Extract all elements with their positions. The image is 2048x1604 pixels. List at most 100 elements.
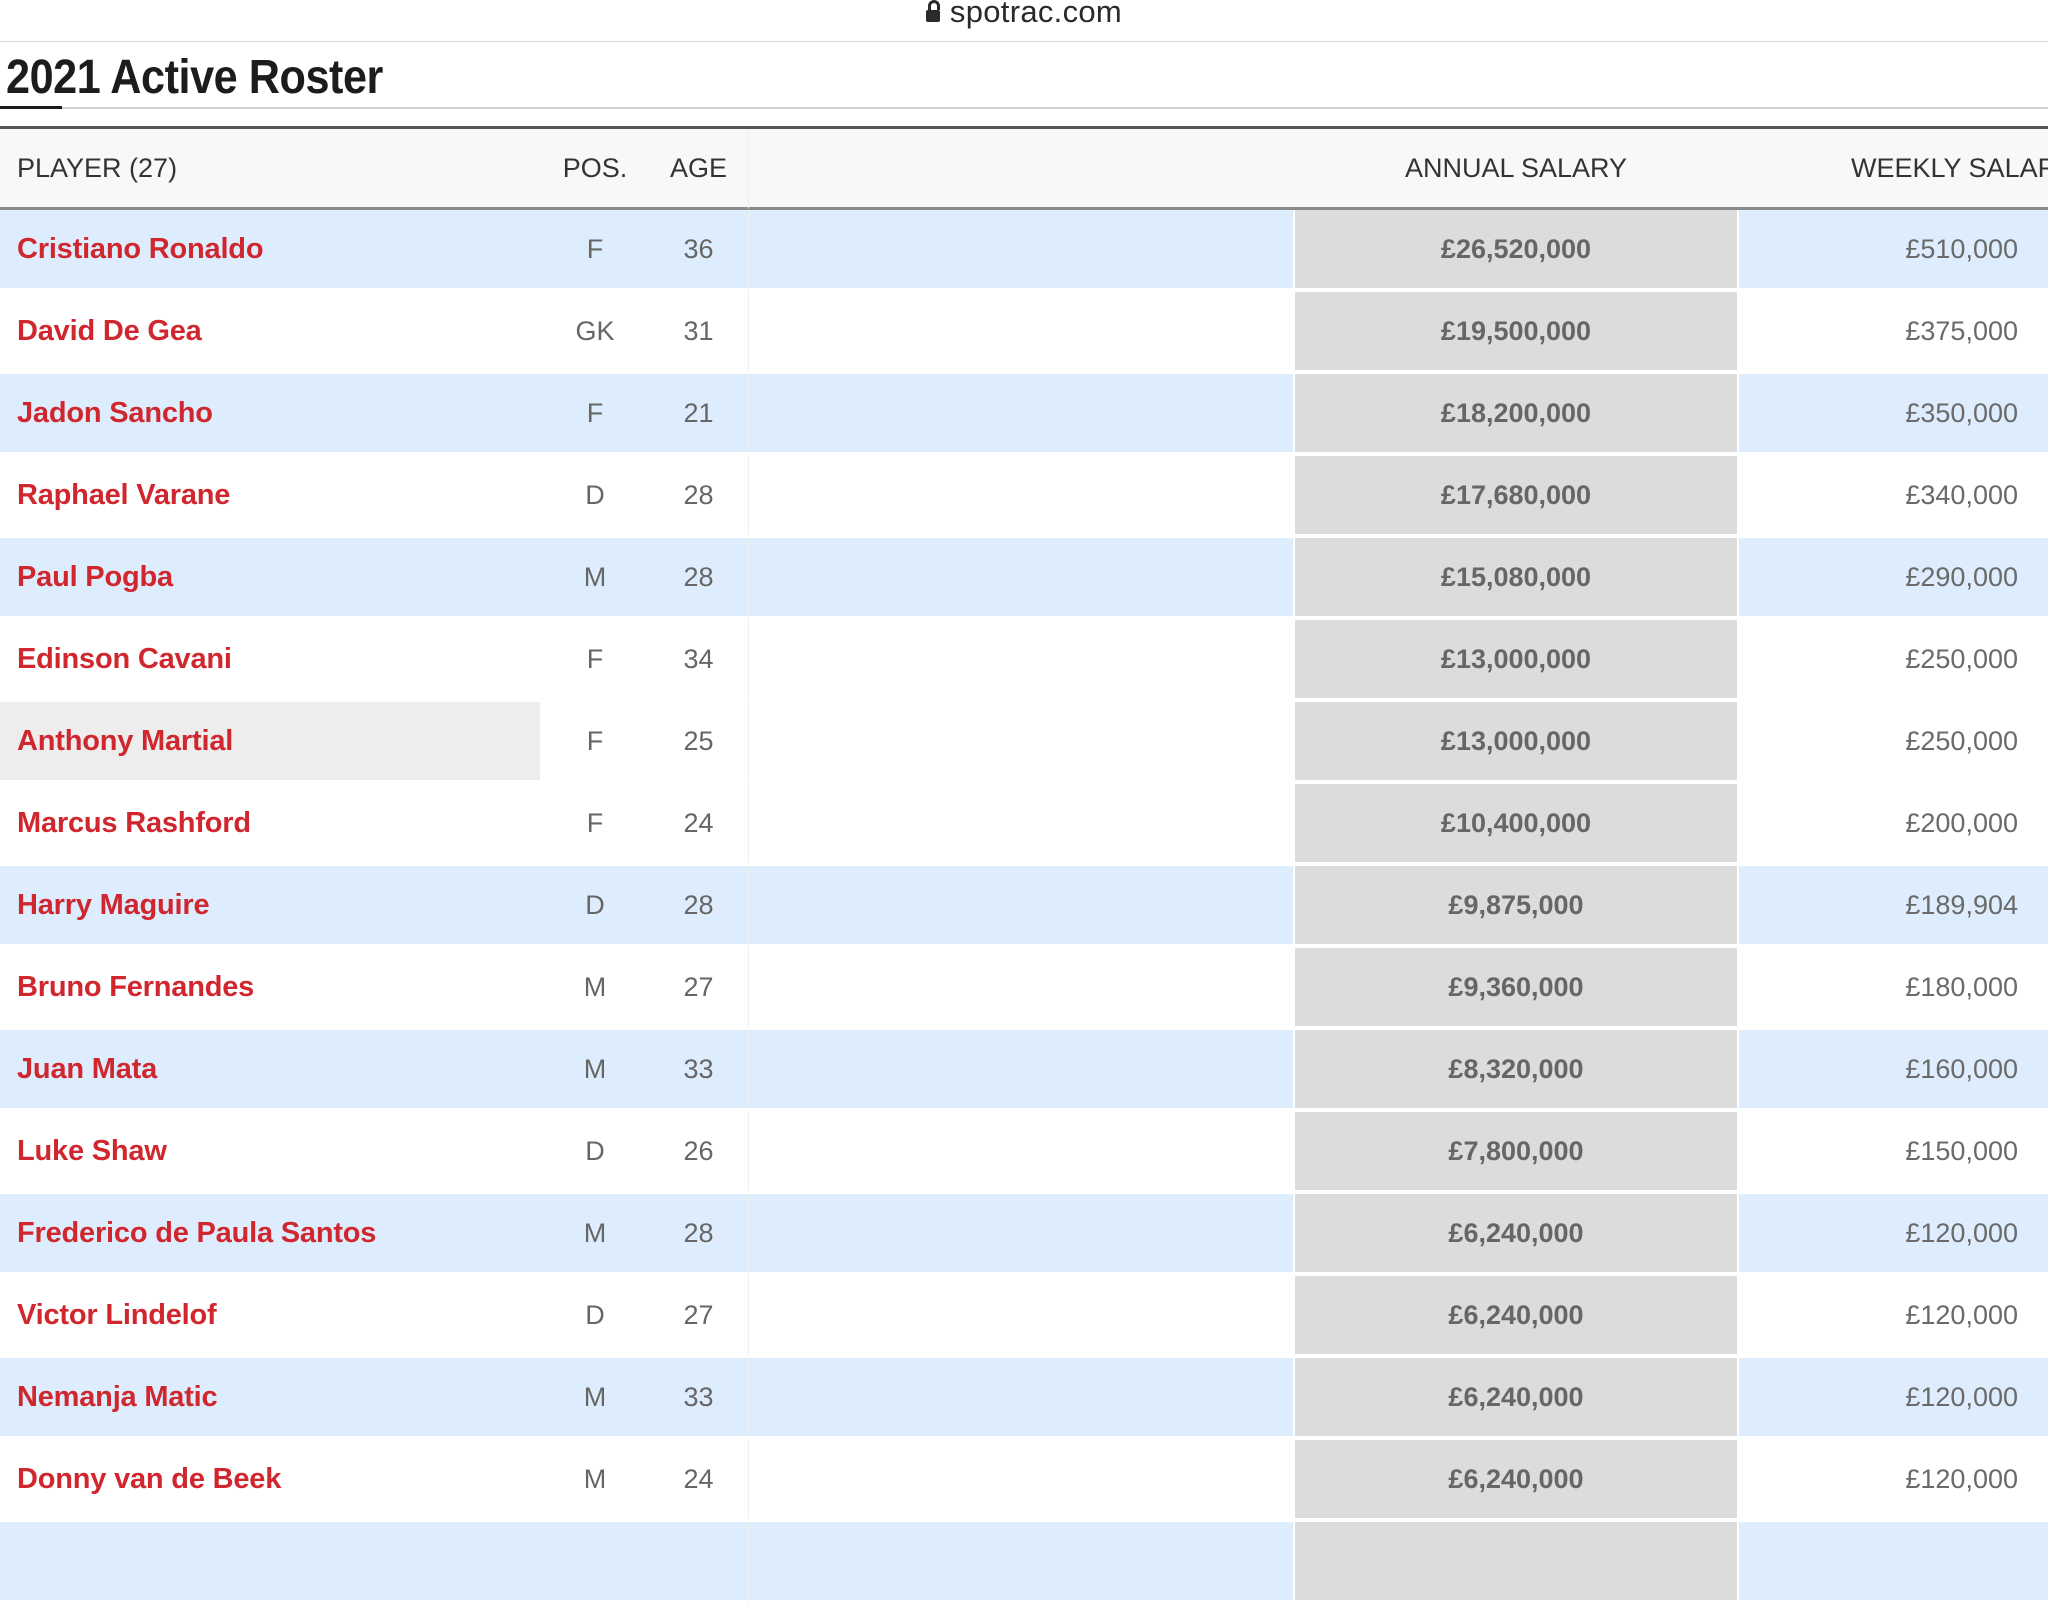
position-cell: F: [541, 784, 649, 866]
table-row: Donny van de Beek M 24 £6,240,000 £120,000: [0, 1440, 2048, 1522]
weekly-salary-cell: £120,000: [1739, 1358, 2048, 1440]
weekly-salary-cell: £340,000: [1739, 456, 2048, 538]
table-row: Anthony Martial F 25 £13,000,000 £250,000: [0, 702, 2048, 784]
player-cell: Juan Mata: [0, 1030, 541, 1112]
annual-salary-cell: £13,000,000: [1293, 702, 1739, 784]
address-bar[interactable]: spotrac.com: [0, 0, 2048, 42]
spacer-cell: [749, 784, 1293, 866]
table-row: Marcus Rashford F 24 £10,400,000 £200,000: [0, 784, 2048, 866]
annual-salary-cell: £9,360,000: [1293, 948, 1739, 1030]
age-cell: 26: [649, 1112, 749, 1194]
player-cell: Luke Shaw: [0, 1112, 541, 1194]
age-cell: 24: [649, 784, 749, 866]
player-link[interactable]: Anthony Martial: [17, 725, 233, 757]
annual-salary-cell: £26,520,000: [1293, 210, 1739, 292]
player-link[interactable]: Paul Pogba: [17, 561, 173, 593]
column-header-annual-salary[interactable]: ANNUAL SALARY: [1293, 129, 1739, 210]
age-cell: 28: [649, 456, 749, 538]
annual-salary-cell: £6,240,000: [1293, 1358, 1739, 1440]
annual-salary-cell: £13,000,000: [1293, 620, 1739, 702]
weekly-salary-cell: £250,000: [1739, 620, 2048, 702]
player-link[interactable]: Victor Lindelof: [17, 1299, 217, 1331]
title-divider: [0, 107, 2048, 109]
position-cell: F: [541, 374, 649, 456]
annual-salary-cell: £9,875,000: [1293, 866, 1739, 948]
player-cell: Bruno Fernandes: [0, 948, 541, 1030]
age-cell: 28: [649, 1194, 749, 1276]
column-header-player[interactable]: PLAYER (27): [0, 129, 541, 210]
weekly-salary-cell: £160,000: [1739, 1030, 2048, 1112]
annual-salary-cell: £18,200,000: [1293, 374, 1739, 456]
table-row: Juan Mata M 33 £8,320,000 £160,000: [0, 1030, 2048, 1112]
weekly-salary-cell: £120,000: [1739, 1276, 2048, 1358]
position-cell: M: [541, 1358, 649, 1440]
age-cell: 27: [649, 948, 749, 1030]
player-cell: David De Gea: [0, 292, 541, 374]
weekly-salary-cell: £200,000: [1739, 784, 2048, 866]
column-header-age[interactable]: AGE: [649, 129, 749, 210]
weekly-salary-cell: £150,000: [1739, 1112, 2048, 1194]
table-header-row: PLAYER (27) POS. AGE ANNUAL SALARY WEEKL…: [0, 129, 2048, 210]
annual-salary-cell: £7,800,000: [1293, 1112, 1739, 1194]
annual-salary-cell: £6,240,000: [1293, 1194, 1739, 1276]
spacer-cell: [749, 1276, 1293, 1358]
annual-salary-cell: £8,320,000: [1293, 1030, 1739, 1112]
url-text: spotrac.com: [949, 0, 1123, 29]
player-cell: Victor Lindelof: [0, 1276, 541, 1358]
age-cell: 24: [649, 1440, 749, 1522]
player-cell: Nemanja Matic: [0, 1358, 541, 1440]
player-cell: Jadon Sancho: [0, 374, 541, 456]
spacer-cell: [749, 1440, 1293, 1522]
weekly-salary-cell: £290,000: [1739, 538, 2048, 620]
table-row: Raphael Varane D 28 £17,680,000 £340,000: [0, 456, 2048, 538]
player-cell: Paul Pogba: [0, 538, 541, 620]
player-cell: Frederico de Paula Santos: [0, 1194, 541, 1276]
position-cell: D: [541, 1276, 649, 1358]
table-row: Luke Shaw D 26 £7,800,000 £150,000: [0, 1112, 2048, 1194]
annual-salary-cell: £6,240,000: [1293, 1440, 1739, 1522]
spacer-cell: [749, 210, 1293, 292]
position-cell: M: [541, 538, 649, 620]
page-title: 2021 Active Roster: [6, 51, 383, 104]
age-cell: 34: [649, 620, 749, 702]
player-link[interactable]: Bruno Fernandes: [17, 971, 254, 1003]
player-link[interactable]: Donny van de Beek: [17, 1463, 281, 1495]
player-link[interactable]: David De Gea: [17, 315, 202, 347]
weekly-salary-cell: £120,000: [1739, 1194, 2048, 1276]
column-header-position[interactable]: POS.: [541, 129, 649, 210]
spacer-cell: [749, 866, 1293, 948]
player-link[interactable]: Nemanja Matic: [17, 1381, 218, 1413]
player-link[interactable]: Luke Shaw: [17, 1135, 167, 1167]
table-row: Bruno Fernandes M 27 £9,360,000 £180,000: [0, 948, 2048, 1030]
age-cell: 27: [649, 1276, 749, 1358]
annual-salary-cell: £6,240,000: [1293, 1276, 1739, 1358]
player-cell: Edinson Cavani: [0, 620, 541, 702]
player-link[interactable]: Jadon Sancho: [17, 397, 213, 429]
player-link[interactable]: Juan Mata: [17, 1053, 157, 1085]
table-row: Cristiano Ronaldo F 36 £26,520,000 £510,000: [0, 210, 2048, 292]
player-link[interactable]: Raphael Varane: [17, 479, 230, 511]
player-link[interactable]: Cristiano Ronaldo: [17, 233, 264, 265]
position-cell: F: [541, 702, 649, 784]
player-cell: Anthony Martial: [0, 702, 541, 784]
age-cell: 28: [649, 866, 749, 948]
annual-salary-cell: £17,680,000: [1293, 456, 1739, 538]
age-cell: 31: [649, 292, 749, 374]
annual-salary-cell: £15,080,000: [1293, 538, 1739, 620]
table-row: Victor Lindelof D 27 £6,240,000 £120,000: [0, 1276, 2048, 1358]
table-row: Frederico de Paula Santos M 28 £6,240,000 £1…: [0, 1194, 2048, 1276]
spacer-cell: [749, 702, 1293, 784]
player-link[interactable]: Edinson Cavani: [17, 643, 232, 675]
roster-table-body: Cristiano Ronaldo F 36 £26,520,000 £510,000 D…: [0, 210, 2048, 1604]
weekly-salary-cell: £250,000: [1739, 702, 2048, 784]
player-link[interactable]: Frederico de Paula Santos: [17, 1217, 376, 1249]
position-cell: M: [541, 1030, 649, 1112]
position-cell: D: [541, 1112, 649, 1194]
column-header-spacer: [749, 129, 1293, 210]
position-cell: D: [541, 866, 649, 948]
player-link[interactable]: Marcus Rashford: [17, 807, 251, 839]
age-cell: 36: [649, 210, 749, 292]
player-link[interactable]: Harry Maguire: [17, 889, 210, 921]
column-header-weekly-salary[interactable]: WEEKLY SALARY: [1739, 129, 2048, 210]
spacer-cell: [749, 1194, 1293, 1276]
